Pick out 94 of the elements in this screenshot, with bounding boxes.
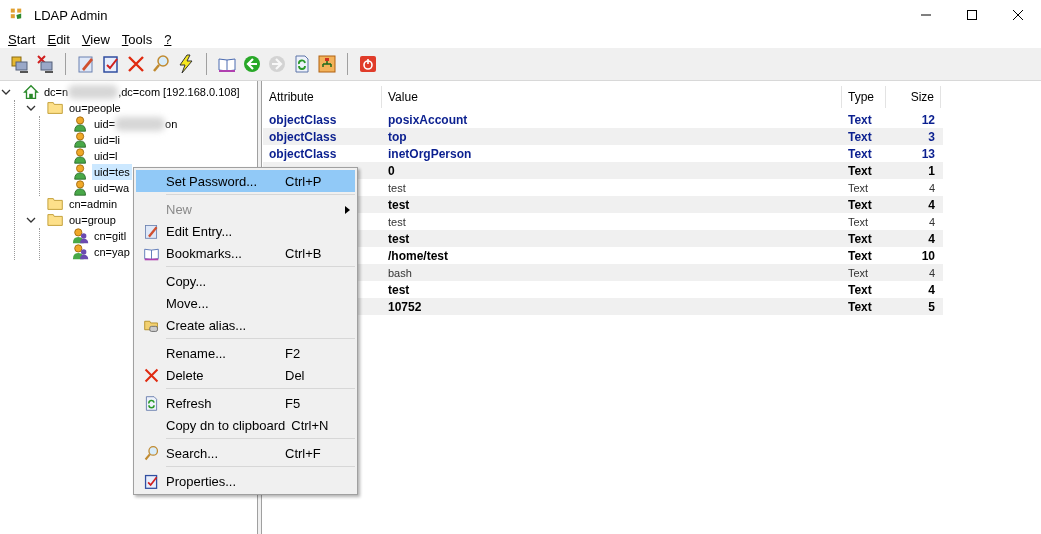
menu-item[interactable]: Tools <box>115 31 159 47</box>
column-header[interactable]: Attribute <box>263 86 382 108</box>
table-cell-text: Text <box>847 282 873 297</box>
table-cell-text: /home/test <box>387 248 449 263</box>
table-cell-text: bash <box>387 266 413 279</box>
search-icon <box>142 444 160 462</box>
table-cell-text: inetOrgPerson <box>387 146 473 161</box>
table-cell-text: 1 <box>927 163 936 178</box>
tree-item[interactable]: cn=yap <box>92 244 132 260</box>
tree-item[interactable]: uid=l <box>92 148 120 164</box>
menu-item[interactable]: Edit <box>41 31 76 47</box>
lightning-icon <box>176 54 196 74</box>
table-cell-text: Text <box>847 299 873 314</box>
server-icon <box>10 54 30 74</box>
refresh-icon <box>292 54 312 74</box>
menu-item[interactable]: Properties... <box>136 470 355 492</box>
table-cell-text: 13 <box>920 146 936 161</box>
server-x-icon <box>35 54 55 74</box>
table-cell-text: 0 <box>387 163 396 178</box>
tree-item[interactable]: dc=n ,dc=com [192.168.0.108] <box>42 84 242 100</box>
column-header[interactable]: Value <box>382 86 842 108</box>
tree-icon <box>317 54 337 74</box>
table-cell-text: Text <box>847 112 873 127</box>
submenu-arrow-icon <box>345 205 350 214</box>
table-cell-text: 4 <box>927 197 936 212</box>
menu-item[interactable]: Edit Entry... <box>136 220 355 242</box>
menu-item[interactable]: Set Password... Ctrl+P <box>136 170 355 192</box>
tree-item[interactable]: uid=li <box>92 132 122 148</box>
toolbar-button[interactable] <box>315 52 339 76</box>
delete-icon <box>126 54 146 74</box>
menu-item[interactable]: View <box>75 31 116 47</box>
table-cell-text: 4 <box>927 215 936 228</box>
table-cell-text: Text <box>847 181 870 194</box>
table-cell-text: test <box>387 231 411 246</box>
menu-item[interactable]: Start <box>2 31 42 47</box>
menu-item[interactable]: ? <box>158 31 178 47</box>
table-cell-text: Text <box>847 231 873 246</box>
pencil-icon <box>142 222 160 240</box>
tree-item[interactable]: uid=wa <box>92 180 132 196</box>
menu-item[interactable]: Rename... F2 <box>136 342 355 364</box>
menu-item[interactable]: Search... Ctrl+F <box>136 442 355 464</box>
table-cell-text: Text <box>847 129 873 144</box>
menu-item[interactable]: Bookmarks... Ctrl+B <box>136 242 355 264</box>
table-cell-text: objectClass <box>268 112 338 127</box>
table-cell-text: Text <box>847 248 873 263</box>
table-cell-text: 10 <box>920 248 936 263</box>
menu-item[interactable]: Create alias... <box>136 314 355 336</box>
table-cell-text: Text <box>847 215 870 228</box>
table-cell-text: test <box>387 181 407 194</box>
menu-item[interactable]: Copy... <box>136 270 355 292</box>
power-icon <box>358 54 378 74</box>
table-cell-text: Text <box>847 266 870 279</box>
table-cell-text: test <box>387 282 411 297</box>
table-cell-text: 4 <box>927 282 936 297</box>
tree-item[interactable]: uid=tes <box>92 164 132 180</box>
table-cell-text: top <box>387 129 408 144</box>
table-cell-text: 3 <box>927 129 936 144</box>
table-cell-text: 4 <box>927 266 936 279</box>
checklist-icon <box>142 472 160 490</box>
tree-item[interactable]: cn=gitl <box>92 228 129 244</box>
search-icon <box>151 54 171 74</box>
menu-item[interactable]: Move... <box>136 292 355 314</box>
menu-item[interactable]: Delete Del <box>136 364 355 386</box>
table-cell-text: Text <box>847 197 873 212</box>
folder-icon <box>47 211 65 229</box>
column-header[interactable]: Type <box>842 86 886 108</box>
menu-item[interactable]: Copy dn to clipboard Ctrl+N <box>136 414 355 436</box>
table-cell-text: Text <box>847 146 873 161</box>
checklist-icon <box>101 54 121 74</box>
table-cell-text: posixAccount <box>387 112 469 127</box>
tree-item[interactable]: ou=group <box>67 212 118 228</box>
table-cell-text: 12 <box>920 112 936 127</box>
tree-item[interactable]: cn=admin <box>67 196 119 212</box>
table-cell-text: test <box>387 215 407 228</box>
table-cell-text: 4 <box>927 231 936 246</box>
folder-icon <box>47 99 65 117</box>
column-header[interactable]: Size <box>886 86 941 108</box>
group-icon <box>72 227 90 245</box>
close-icon <box>1012 10 1024 20</box>
table-cell-text: 5 <box>927 299 936 314</box>
maximize-icon <box>966 10 978 20</box>
table-cell-text: objectClass <box>268 129 338 144</box>
window-title: LDAP Admin <box>34 7 109 23</box>
group-icon <box>72 243 90 261</box>
pencil-icon <box>76 54 96 74</box>
delete-icon <box>142 366 160 384</box>
table-cell-text: 4 <box>927 181 936 194</box>
tree-item[interactable]: ou=people <box>67 100 123 116</box>
table-cell-text: 10752 <box>387 299 423 314</box>
table-cell-text: objectClass <box>268 146 338 161</box>
folder-icon <box>47 195 65 213</box>
menu-item[interactable]: Refresh F5 <box>136 392 355 414</box>
table-cell-text: Text <box>847 163 873 178</box>
table-cell-text: test <box>387 197 411 212</box>
